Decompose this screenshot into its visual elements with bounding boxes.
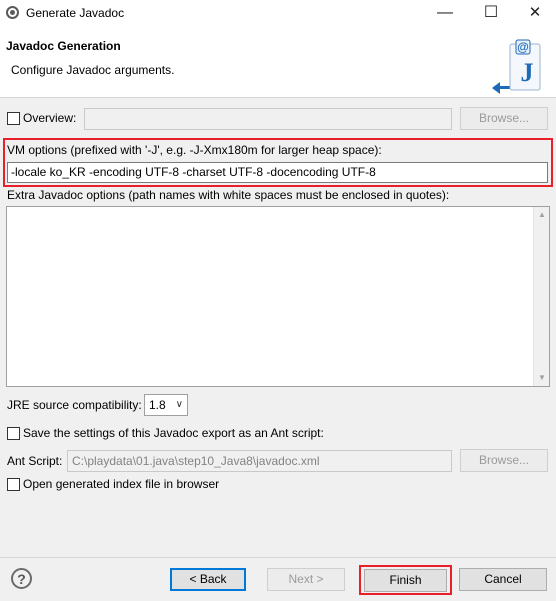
vm-options-label: VM options (prefixed with '-J', e.g. -J-… (7, 143, 382, 157)
close-window-button[interactable]: ✕ (512, 0, 556, 26)
minimize-button[interactable]: — (422, 0, 468, 26)
svg-text:J: J (521, 58, 534, 87)
maximize-button[interactable]: ☐ (468, 0, 514, 26)
window-title: Generate Javadoc (26, 6, 125, 20)
vm-options-input[interactable]: -locale ko_KR -encoding UTF-8 -charset U… (7, 162, 548, 183)
ant-script-browse-button[interactable]: Browse... (460, 449, 548, 472)
scroll-down-icon[interactable]: ▼ (537, 373, 547, 383)
eclipse-app-icon (6, 6, 19, 19)
next-button[interactable]: Next > (267, 568, 345, 591)
page-title: Javadoc Generation (6, 39, 121, 53)
save-ant-script-label: Save the settings of this Javadoc export… (23, 426, 324, 440)
jre-selected-value: 1.8 (149, 398, 166, 412)
overview-input[interactable] (84, 108, 452, 130)
help-icon[interactable]: ? (11, 568, 32, 589)
cancel-button[interactable]: Cancel (459, 568, 547, 591)
back-button[interactable]: < Back (170, 568, 246, 591)
javadoc-logo-icon: @ J (490, 38, 548, 94)
finish-button[interactable]: Finish (364, 569, 447, 592)
ant-script-input[interactable]: C:\playdata\01.java\step10_Java8\javadoc… (67, 450, 452, 472)
extra-options-scrollbar[interactable]: ▲ ▼ (533, 207, 549, 386)
save-ant-script-checkbox[interactable] (7, 427, 20, 440)
chevron-down-icon: ∨ (175, 399, 183, 410)
title-bar: Generate Javadoc — ☐ ✕ (0, 0, 556, 26)
jre-compatibility-select[interactable]: 1.8 ∨ (144, 394, 188, 416)
overview-checkbox[interactable] (7, 112, 20, 125)
wizard-header: Javadoc Generation Configure Javadoc arg… (0, 26, 556, 98)
scroll-up-icon[interactable]: ▲ (537, 210, 547, 220)
overview-label: Overview: (23, 111, 77, 125)
overview-browse-button[interactable]: Browse... (460, 107, 548, 130)
page-description: Configure Javadoc arguments. (11, 63, 175, 77)
jre-label: JRE source compatibility: (7, 398, 142, 412)
extra-options-textarea[interactable]: ▲ ▼ (6, 206, 550, 387)
open-in-browser-label: Open generated index file in browser (23, 477, 220, 491)
footer-separator (0, 557, 556, 558)
svg-text:@: @ (517, 40, 529, 54)
ant-script-label: Ant Script: (7, 454, 63, 468)
extra-options-label: Extra Javadoc options (path names with w… (7, 188, 450, 202)
open-in-browser-checkbox[interactable] (7, 478, 20, 491)
